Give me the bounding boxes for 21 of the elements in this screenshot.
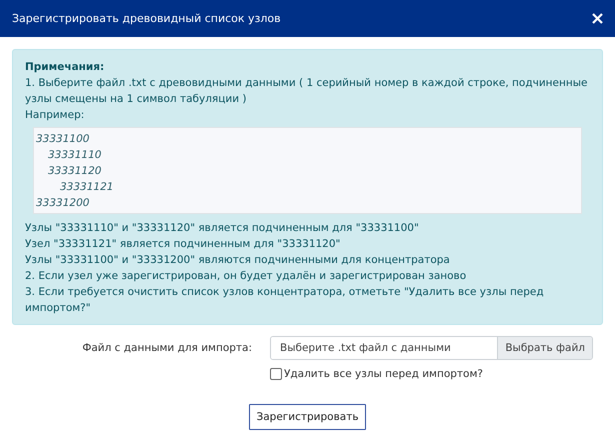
checkbox-label[interactable]: Удалить все узлы перед импортом?: [284, 368, 483, 380]
note-text: 1. Выберите файл .txt с древовидными данными ( 1 серийный номер в каждой строке, подчиненные узлы смещены на 1 символ табуляции ): [25, 76, 588, 107]
notes-heading: Примечания:: [25, 60, 106, 75]
note-text: Узлы "33331110" и "33331120" является подчиненным для "33331100": [25, 221, 420, 236]
note-text: Например:: [25, 108, 86, 123]
file-field[interactable]: Выберите .txt файл с данными Выбрать файл: [270, 336, 593, 360]
register-button[interactable]: Зарегистрировать: [249, 404, 366, 430]
browse-button[interactable]: Выбрать файл: [497, 337, 592, 359]
note-text: 3. Если требуется очистить список узлов концентратора, отметьте "Удалить все узлы перед импортом?": [25, 285, 545, 316]
serial-number: 33331121: [60, 180, 114, 195]
serial-number: 33331110: [48, 148, 102, 163]
note-text: Узлы "33331100" и "33331200" являются подчиненными для концентратора: [25, 253, 451, 268]
file-label: Файл с данными для импорта:: [81, 342, 253, 354]
note-text: Узел "33331121" является подчиненным для "33331120": [25, 237, 342, 252]
checkbox[interactable]: [270, 368, 282, 380]
serial-number: 33331200: [36, 196, 90, 211]
serial-number: 33331100: [36, 132, 90, 147]
close-icon[interactable]: [592, 13, 603, 24]
serial-number: 33331120: [48, 164, 102, 179]
note-text: 2. Если узел уже зарегистрирован, он будет удалён и зарегистрирован заново: [25, 269, 468, 284]
dialog-title: Зарегистрировать древовидный список узлов: [12, 12, 281, 25]
